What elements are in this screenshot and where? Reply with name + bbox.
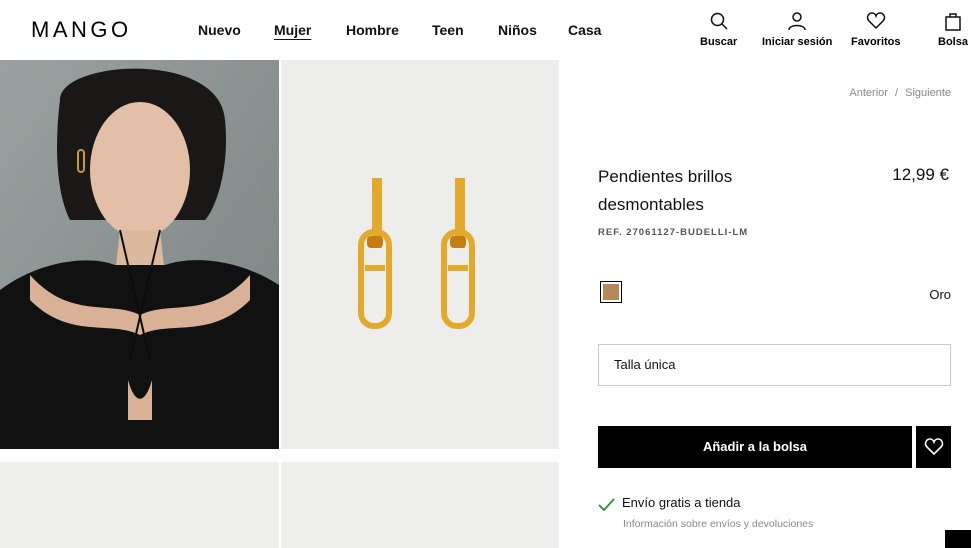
add-to-bag-button[interactable]: Añadir a la bolsa (598, 426, 912, 468)
size-selector[interactable]: Talla única (598, 344, 951, 386)
product-image-earrings[interactable] (281, 60, 559, 449)
nav-item-ninos[interactable]: Niños (498, 21, 537, 39)
product-image-model[interactable] (0, 60, 279, 449)
color-name: Oro (929, 287, 951, 302)
login-label: Iniciar sesión (762, 36, 833, 48)
bag-label: Bolsa (938, 36, 968, 48)
product-title: Pendientes brillos desmontables (598, 163, 828, 219)
color-swatch-fill (603, 284, 619, 300)
check-icon (598, 498, 615, 511)
product-title-line1: Pendientes brillos (598, 167, 733, 186)
nav-item-teen[interactable]: Teen (432, 21, 464, 39)
product-ref: REF. 27061127-BUDELLI-LM (598, 227, 749, 238)
color-swatch[interactable] (600, 281, 622, 303)
product-title-line2: desmontables (598, 195, 704, 214)
heart-icon (866, 12, 885, 30)
pager-separator: / (895, 87, 899, 99)
product-pager: Anterior / Siguiente (845, 87, 951, 99)
nav-item-casa[interactable]: Casa (568, 21, 601, 39)
product-image-thumb[interactable] (0, 462, 279, 548)
product-image-thumb[interactable] (281, 462, 559, 548)
add-to-favorites-button[interactable] (916, 426, 951, 468)
bag-icon (945, 13, 961, 31)
prev-link[interactable]: Anterior (849, 87, 888, 99)
login-button[interactable]: Iniciar sesión (762, 11, 832, 48)
free-shipping-text: Envío gratis a tienda (622, 495, 741, 510)
next-link[interactable]: Siguiente (905, 87, 951, 99)
site-header: MANGO Nuevo Mujer Hombre Teen Niños Casa… (0, 0, 971, 60)
search-icon (710, 12, 728, 30)
shipping-info-link[interactable]: Información sobre envíos y devoluciones (623, 518, 813, 530)
search-label: Buscar (700, 36, 738, 48)
user-icon (788, 12, 806, 31)
free-shipping-notice: Envío gratis a tienda (598, 495, 741, 511)
nav-item-mujer[interactable]: Mujer (274, 21, 311, 39)
bag-button[interactable]: Bolsa (938, 11, 968, 48)
scrollbar-thumb[interactable] (945, 530, 971, 548)
favorites-button[interactable]: Favoritos (851, 11, 901, 48)
search-button[interactable]: Buscar (700, 11, 737, 48)
nav-item-nuevo[interactable]: Nuevo (198, 21, 241, 39)
favorites-label: Favoritos (851, 36, 901, 48)
product-price: 12,99 € (892, 165, 949, 184)
heart-icon (924, 438, 943, 456)
mango-logo[interactable]: MANGO (31, 17, 132, 43)
nav-item-hombre[interactable]: Hombre (346, 21, 399, 39)
